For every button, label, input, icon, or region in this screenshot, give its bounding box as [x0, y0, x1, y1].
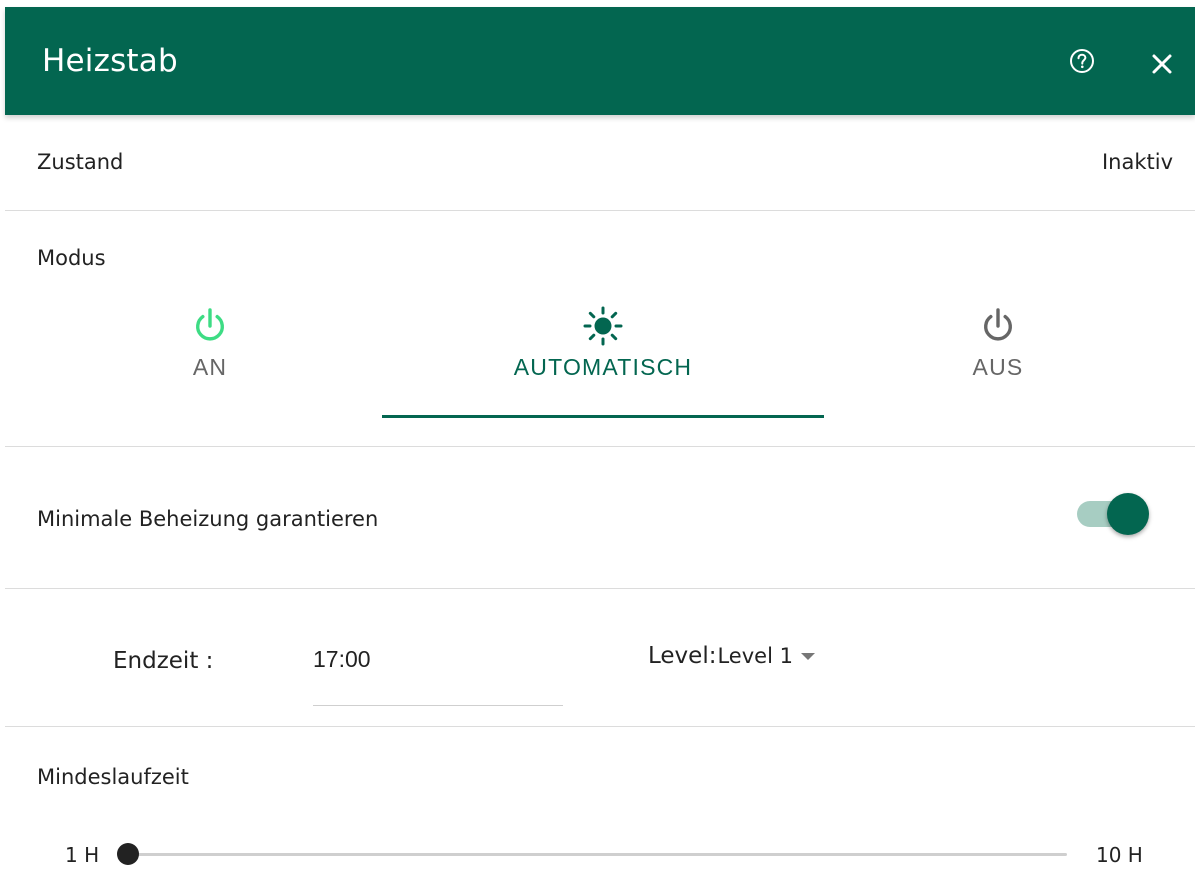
power-icon: [196, 308, 224, 341]
min-runtime-slider[interactable]: [117, 840, 1067, 870]
toggle-thumb: [1107, 493, 1149, 535]
divider: [5, 726, 1195, 727]
close-icon[interactable]: [1149, 51, 1175, 77]
tab-an-label: AN: [192, 354, 228, 380]
end-time-label: Endzeit :: [113, 648, 214, 674]
chevron-down-icon: [800, 652, 815, 660]
level-label: Level:: [648, 643, 717, 669]
mode-label: Modus: [37, 246, 106, 270]
tab-an[interactable]: AN: [110, 306, 310, 381]
tab-aus[interactable]: AUS: [898, 306, 1098, 381]
divider: [5, 446, 1195, 447]
min-heating-label: Minimale Beheizung garantieren: [37, 507, 379, 531]
tab-automatisch-label: AUTOMATISCH: [513, 354, 693, 380]
level-select[interactable]: Level: Level 1: [648, 643, 815, 669]
status-value: Inaktiv: [1101, 150, 1173, 174]
divider: [5, 588, 1195, 589]
sun-icon: [583, 306, 623, 346]
level-value: Level 1: [717, 644, 793, 668]
power-icon: [984, 308, 1012, 341]
divider: [5, 210, 1195, 211]
min-runtime-label: Mindeslaufzeit: [37, 765, 189, 789]
tab-active-indicator: [382, 415, 824, 418]
tab-automatisch[interactable]: AUTOMATISCH: [450, 306, 756, 381]
slider-thumb[interactable]: [117, 843, 139, 865]
slider-rail: [117, 853, 1067, 856]
slider-min-label: 1 H: [65, 843, 100, 867]
dialog-title: Heizstab: [42, 43, 178, 79]
dialog-header: Heizstab: [5, 7, 1195, 115]
end-time-input[interactable]: [313, 640, 563, 706]
tab-aus-label: AUS: [972, 354, 1024, 380]
status-label: Zustand: [37, 150, 124, 174]
help-circle-icon[interactable]: [1068, 47, 1096, 75]
slider-max-label: 10 H: [1096, 843, 1143, 867]
min-heating-toggle[interactable]: [1077, 493, 1149, 535]
